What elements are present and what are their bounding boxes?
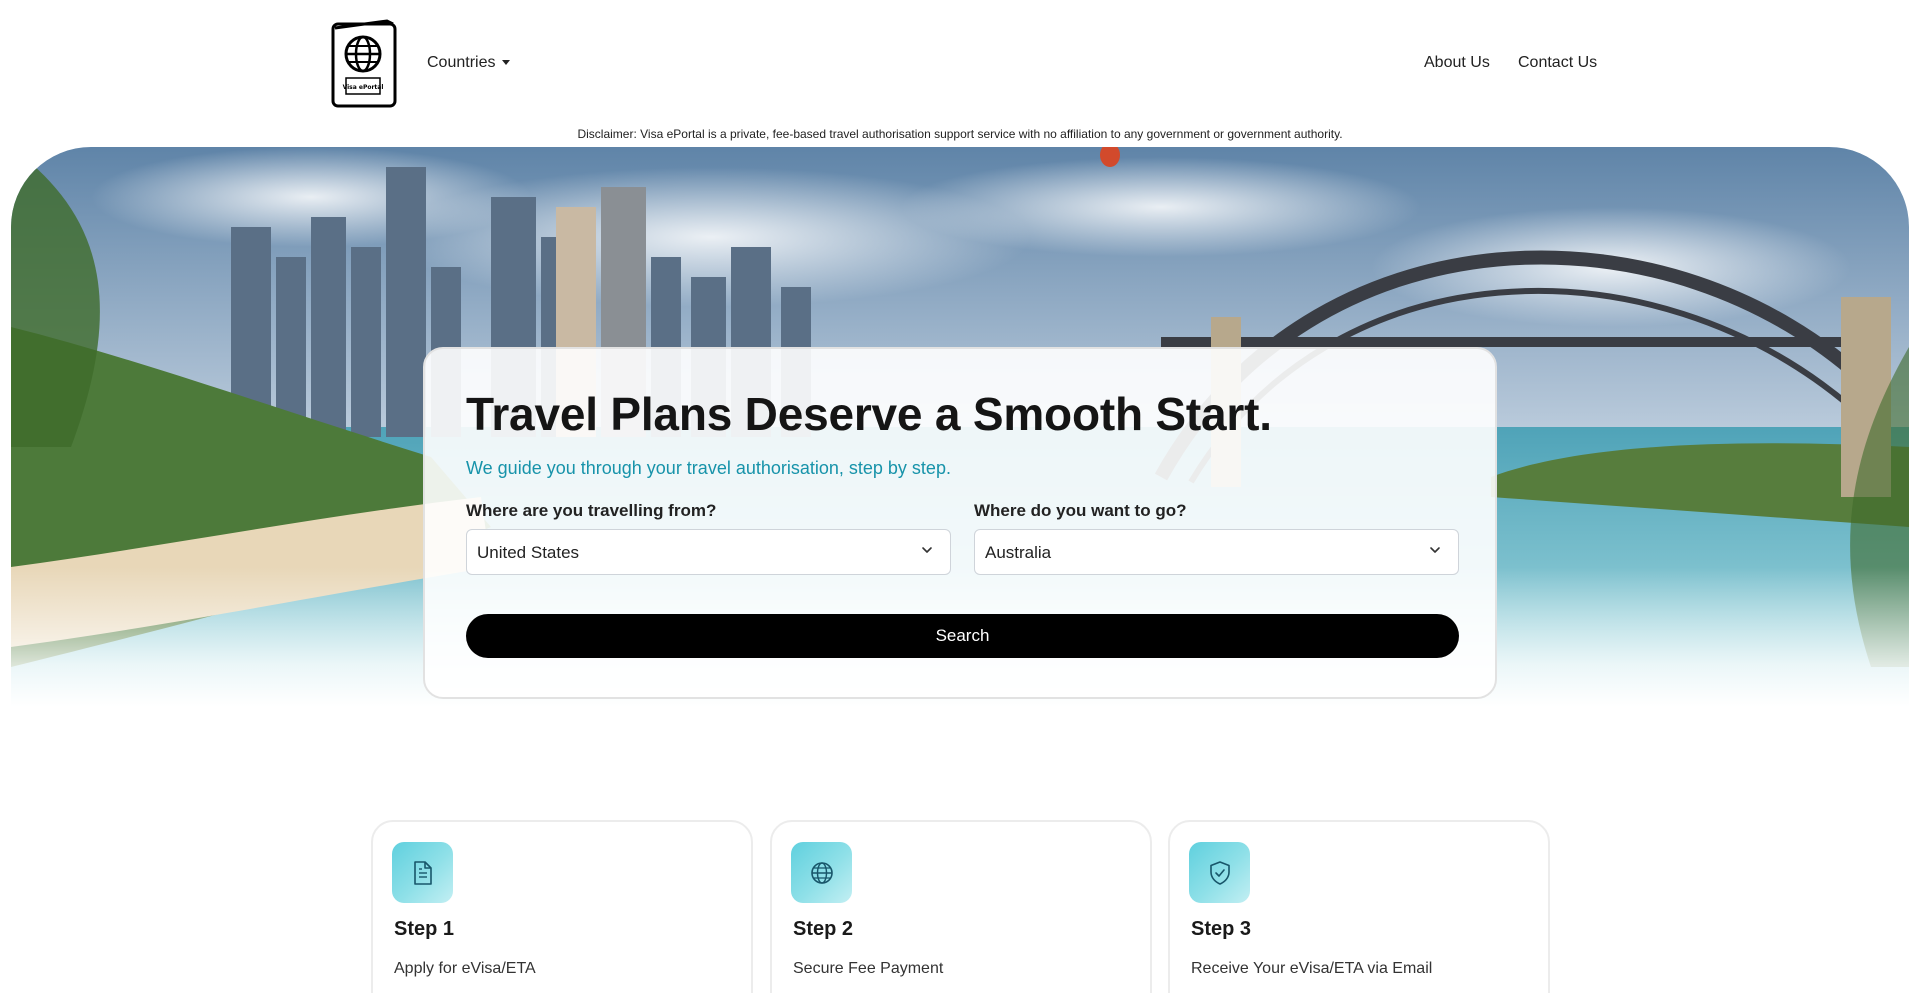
- step-icon-tile: [392, 842, 453, 903]
- search-card: Travel Plans Deserve a Smooth Start. We …: [423, 347, 1497, 699]
- to-country-select[interactable]: Australia: [974, 529, 1459, 575]
- countries-dropdown[interactable]: Countries: [427, 54, 511, 72]
- step-title: Step 3: [1191, 918, 1252, 940]
- chevron-down-icon: [1430, 547, 1440, 553]
- contact-us-link[interactable]: Contact Us: [1518, 54, 1597, 72]
- step-icon-tile: [791, 842, 852, 903]
- to-label: Where do you want to go?: [974, 501, 1187, 520]
- step-icon-tile: [1189, 842, 1250, 903]
- to-country-value: Australia: [985, 543, 1052, 562]
- step-description: Receive Your eVisa/ETA via Email: [1191, 960, 1433, 977]
- from-country-value: United States: [477, 543, 580, 562]
- step-description: Apply for eVisa/ETA: [394, 960, 536, 977]
- shield-check-icon: [1209, 860, 1230, 885]
- from-label: Where are you travelling from?: [466, 501, 717, 520]
- caret-down-icon: [502, 59, 511, 65]
- chevron-down-icon: [922, 547, 932, 553]
- from-country-select[interactable]: United States: [466, 529, 951, 575]
- step-title: Step 1: [394, 918, 455, 940]
- step-card-2: Step 2 Secure Fee Payment: [770, 820, 1152, 993]
- hero-title: Travel Plans Deserve a Smooth Start.: [466, 388, 1272, 440]
- step-card-1: Step 1 Apply for eVisa/ETA: [371, 820, 753, 993]
- globe-icon: [810, 861, 833, 884]
- about-us-link[interactable]: About Us: [1424, 54, 1490, 72]
- site-header: Visa ePortal Countries About Us Contact …: [0, 0, 1920, 128]
- passport-icon[interactable]: Visa ePortal: [329, 18, 399, 108]
- step-title: Step 2: [793, 918, 854, 940]
- countries-label: Countries: [427, 54, 496, 71]
- search-button[interactable]: Search: [466, 614, 1459, 658]
- document-icon: [413, 860, 432, 885]
- logo-text: Visa ePortal: [343, 84, 384, 91]
- step-description: Secure Fee Payment: [793, 960, 944, 977]
- step-card-3: Step 3 Receive Your eVisa/ETA via Email: [1168, 820, 1550, 993]
- hero-subtitle: We guide you through your travel authori…: [466, 458, 951, 478]
- disclaimer-text: Disclaimer: Visa ePortal is a private, f…: [577, 127, 1343, 141]
